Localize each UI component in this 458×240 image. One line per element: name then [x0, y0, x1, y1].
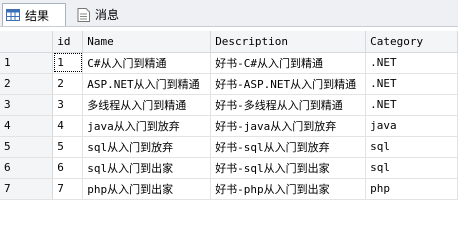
row-number[interactable]: 5 [0, 136, 54, 158]
cell-category[interactable]: .NET [365, 73, 458, 95]
cell-name[interactable]: 多线程从入门到精通 [82, 94, 212, 116]
cell-name[interactable]: ASP.NET从入门到精通 [82, 73, 212, 95]
cell-description[interactable]: 好书-多线程从入门到精通 [210, 94, 367, 116]
cell-category[interactable]: sql [365, 136, 458, 158]
cell-name[interactable]: sql从入门到放弃 [82, 136, 212, 158]
table-row[interactable]: 1 1 C#从入门到精通 好书-C#从入门到精通 .NET [0, 52, 458, 74]
table-row[interactable]: 7 7 php从入门到出家 好书-php从入门到出家 php [0, 178, 458, 200]
cell-category[interactable]: php [365, 178, 458, 200]
tab-results[interactable]: 结果 [2, 3, 66, 26]
cell-name[interactable]: sql从入门到出家 [82, 157, 212, 179]
tab-messages[interactable]: 消息 [74, 4, 132, 25]
cell-description[interactable]: 好书-php从入门到出家 [210, 178, 367, 200]
table-row[interactable]: 4 4 java从入门到放弃 好书-java从入门到放弃 java [0, 115, 458, 137]
row-number[interactable]: 4 [0, 115, 54, 137]
cell-category[interactable]: .NET [365, 52, 458, 74]
cell-id[interactable]: 6 [52, 157, 84, 179]
results-tabbar: 结果 消息 [0, 0, 458, 27]
column-header-name[interactable]: Name [82, 31, 212, 53]
row-number[interactable]: 7 [0, 178, 54, 200]
grid-icon [6, 9, 20, 21]
row-number[interactable]: 6 [0, 157, 54, 179]
cell-description[interactable]: 好书-ASP.NET从入门到精通 [210, 73, 367, 95]
column-header-description[interactable]: Description [210, 31, 367, 53]
results-table: id Name Description Category 1 1 C#从入门到精… [0, 31, 458, 200]
cell-category[interactable]: .NET [365, 94, 458, 116]
cell-description[interactable]: 好书-C#从入门到精通 [210, 52, 367, 74]
cell-id[interactable]: 3 [52, 94, 84, 116]
corner-header[interactable] [0, 31, 54, 53]
table-row[interactable]: 5 5 sql从入门到放弃 好书-sql从入门到放弃 sql [0, 136, 458, 158]
results-grid: id Name Description Category 1 1 C#从入门到精… [0, 27, 458, 220]
header-row: id Name Description Category [0, 31, 458, 53]
table-row[interactable]: 3 3 多线程从入门到精通 好书-多线程从入门到精通 .NET [0, 94, 458, 116]
cell-id[interactable]: 1 [52, 52, 84, 74]
tab-messages-label: 消息 [95, 8, 120, 22]
cell-description[interactable]: 好书-sql从入门到放弃 [210, 136, 367, 158]
cell-id[interactable]: 4 [52, 115, 84, 137]
tab-results-label: 结果 [25, 8, 50, 23]
row-number[interactable]: 2 [0, 73, 54, 95]
cell-category[interactable]: java [365, 115, 458, 137]
cell-id[interactable]: 7 [52, 178, 84, 200]
row-number[interactable]: 3 [0, 94, 54, 116]
table-row[interactable]: 2 2 ASP.NET从入门到精通 好书-ASP.NET从入门到精通 .NET [0, 73, 458, 95]
column-header-id[interactable]: id [52, 31, 84, 53]
table-row[interactable]: 6 6 sql从入门到出家 好书-sql从入门到出家 sql [0, 157, 458, 179]
message-icon [77, 7, 90, 22]
cell-name[interactable]: java从入门到放弃 [82, 115, 212, 137]
cell-category[interactable]: sql [365, 157, 458, 179]
cell-id[interactable]: 5 [52, 136, 84, 158]
cell-description[interactable]: 好书-java从入门到放弃 [210, 115, 367, 137]
cell-description[interactable]: 好书-sql从入门到出家 [210, 157, 367, 179]
column-header-category[interactable]: Category [365, 31, 458, 53]
cell-id[interactable]: 2 [52, 73, 84, 95]
cell-name[interactable]: C#从入门到精通 [82, 52, 212, 74]
row-number[interactable]: 1 [0, 52, 54, 74]
cell-name[interactable]: php从入门到出家 [82, 178, 212, 200]
